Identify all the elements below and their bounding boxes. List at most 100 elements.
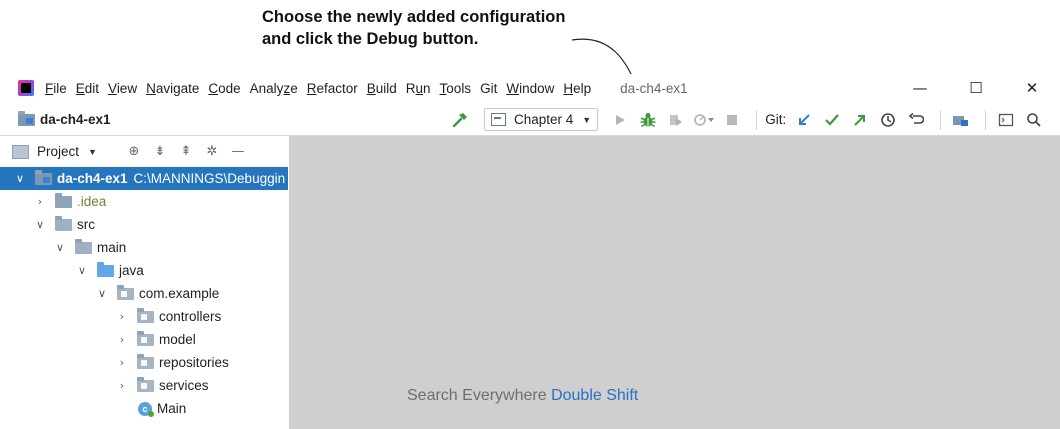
- tree-node-main[interactable]: ∨ main: [0, 236, 288, 259]
- maximize-button[interactable]: ☐: [948, 74, 1004, 102]
- callout-line-2: and click the Debug button.: [262, 30, 479, 48]
- tree-node-label: repositories: [159, 355, 229, 370]
- tree-node-controllers[interactable]: › controllers: [0, 305, 288, 328]
- menu-run[interactable]: Run: [406, 81, 431, 96]
- tree-node-java[interactable]: ∨ java: [0, 259, 288, 282]
- tree-node-label: java: [119, 263, 144, 278]
- menu-analyze[interactable]: Analyze: [250, 81, 298, 96]
- shortcut-text: Double Shift: [551, 387, 639, 404]
- run-config-icon: [491, 113, 506, 126]
- callout-annotation: Choose the newly added configuration and…: [262, 6, 565, 50]
- window-controls: — ☐ ✕: [892, 74, 1060, 102]
- chevron-down-icon[interactable]: ∨: [76, 264, 88, 277]
- menu-file[interactable]: File: [45, 81, 67, 96]
- tree-node-label: src: [77, 217, 95, 232]
- navigation-bar: da-ch4-ex1 Chapter 4 ▼ Git:: [0, 104, 1060, 136]
- project-pane-title: Project: [37, 144, 80, 159]
- chevron-down-icon[interactable]: ∨: [14, 172, 26, 185]
- tree-node-label: controllers: [159, 309, 222, 324]
- tree-node-main-class[interactable]: c Main: [0, 397, 288, 420]
- minimize-button[interactable]: —: [892, 74, 948, 102]
- toolbar-separator: [756, 109, 758, 130]
- close-button[interactable]: ✕: [1004, 74, 1060, 102]
- menu-code[interactable]: Code: [208, 81, 240, 96]
- folder-icon: [55, 215, 72, 231]
- toolbar-separator-2: [940, 109, 942, 130]
- expand-all-icon[interactable]: ⇟: [149, 144, 171, 159]
- menu-window[interactable]: Window: [506, 81, 554, 96]
- profiler-icon[interactable]: [692, 108, 716, 132]
- tree-node-idea[interactable]: › .idea: [0, 190, 288, 213]
- menu-refactor[interactable]: Refactor: [307, 81, 358, 96]
- tree-node-src[interactable]: ∨ src: [0, 213, 288, 236]
- java-class-icon: c: [138, 401, 154, 417]
- project-structure-icon[interactable]: [949, 108, 973, 132]
- run-configuration-select[interactable]: Chapter 4 ▼: [484, 108, 599, 131]
- intellij-logo-icon: [18, 80, 34, 96]
- chevron-right-icon[interactable]: ›: [116, 356, 128, 369]
- tree-node-com-example[interactable]: ∨ com.example: [0, 282, 288, 305]
- folder-icon: [55, 192, 72, 208]
- project-view-selector[interactable]: Project ▼: [12, 144, 97, 159]
- git-commit-icon[interactable]: [820, 108, 844, 132]
- menu-edit[interactable]: Edit: [76, 81, 99, 96]
- menu-help[interactable]: Help: [563, 81, 591, 96]
- stop-icon[interactable]: [720, 108, 744, 132]
- tree-node-label: Main: [157, 401, 187, 416]
- nav-breadcrumb-project[interactable]: da-ch4-ex1: [18, 110, 111, 127]
- source-folder-icon: [97, 261, 114, 277]
- run-play-icon[interactable]: [608, 108, 632, 132]
- terminal-icon[interactable]: [994, 108, 1018, 132]
- folder-icon: [75, 238, 92, 254]
- chevron-right-icon[interactable]: ›: [116, 379, 128, 392]
- tree-node-project-root[interactable]: ∨ da-ch4-ex1 C:\MANNINGS\Debuggin: [0, 167, 288, 190]
- tree-node-repositories[interactable]: › repositories: [0, 351, 288, 374]
- chevron-down-icon: ▼: [88, 146, 97, 157]
- chevron-down-icon[interactable]: ∨: [34, 218, 46, 231]
- git-push-icon[interactable]: [848, 108, 872, 132]
- module-folder-icon: [18, 110, 35, 126]
- main-toolbar: Chapter 4 ▼ Git:: [448, 104, 1050, 135]
- tree-node-label: da-ch4-ex1: [57, 171, 128, 186]
- package-icon: [137, 330, 154, 346]
- menu-build[interactable]: Build: [367, 81, 397, 96]
- empty-editor-hint: Search Everywhere Double Shift: [407, 387, 638, 405]
- git-update-icon[interactable]: [792, 108, 816, 132]
- tree-node-label: main: [97, 240, 127, 255]
- chevron-right-icon[interactable]: ›: [116, 333, 128, 346]
- project-tool-window: Project ▼ ⊕ ⇟ ⇞ ✲ — ∨ da-ch4-ex1 C:\MANN…: [0, 136, 288, 429]
- collapse-all-icon[interactable]: ⇞: [175, 144, 197, 159]
- tree-node-services[interactable]: › services: [0, 374, 288, 397]
- search-everywhere-text: Search Everywhere: [407, 387, 547, 404]
- history-clock-icon[interactable]: [876, 108, 900, 132]
- chevron-down-icon[interactable]: ∨: [96, 287, 108, 300]
- gear-icon[interactable]: ✲: [201, 144, 223, 159]
- run-with-coverage-icon[interactable]: [664, 108, 688, 132]
- debug-bug-icon[interactable]: [636, 108, 660, 132]
- chevron-right-icon[interactable]: ›: [116, 310, 128, 323]
- git-label: Git:: [765, 112, 787, 127]
- package-icon: [117, 284, 134, 300]
- menu-git[interactable]: Git: [480, 81, 497, 96]
- tree-node-label: model: [159, 332, 196, 347]
- project-pane-actions: ⊕ ⇟ ⇞ ✲ —: [123, 144, 253, 159]
- editor-area[interactable]: Search Everywhere Double Shift: [289, 136, 1060, 429]
- tree-node-model[interactable]: › model: [0, 328, 288, 351]
- chevron-down-icon: ▼: [582, 114, 592, 125]
- toolbar-separator-3: [985, 109, 987, 130]
- hide-icon[interactable]: —: [227, 144, 249, 159]
- menu-tools[interactable]: Tools: [440, 81, 472, 96]
- project-view-icon: [12, 144, 29, 159]
- package-icon: [137, 353, 154, 369]
- chevron-down-icon[interactable]: ∨: [54, 241, 66, 254]
- build-hammer-icon[interactable]: [448, 108, 472, 132]
- search-icon[interactable]: [1022, 108, 1046, 132]
- tree-node-label: services: [159, 378, 209, 393]
- project-pane-header: Project ▼ ⊕ ⇟ ⇞ ✲ —: [0, 136, 288, 167]
- locate-icon[interactable]: ⊕: [123, 144, 145, 159]
- rollback-icon[interactable]: [904, 108, 928, 132]
- package-icon: [137, 307, 154, 323]
- chevron-right-icon[interactable]: ›: [34, 195, 46, 208]
- menu-view[interactable]: View: [108, 81, 137, 96]
- menu-navigate[interactable]: Navigate: [146, 81, 199, 96]
